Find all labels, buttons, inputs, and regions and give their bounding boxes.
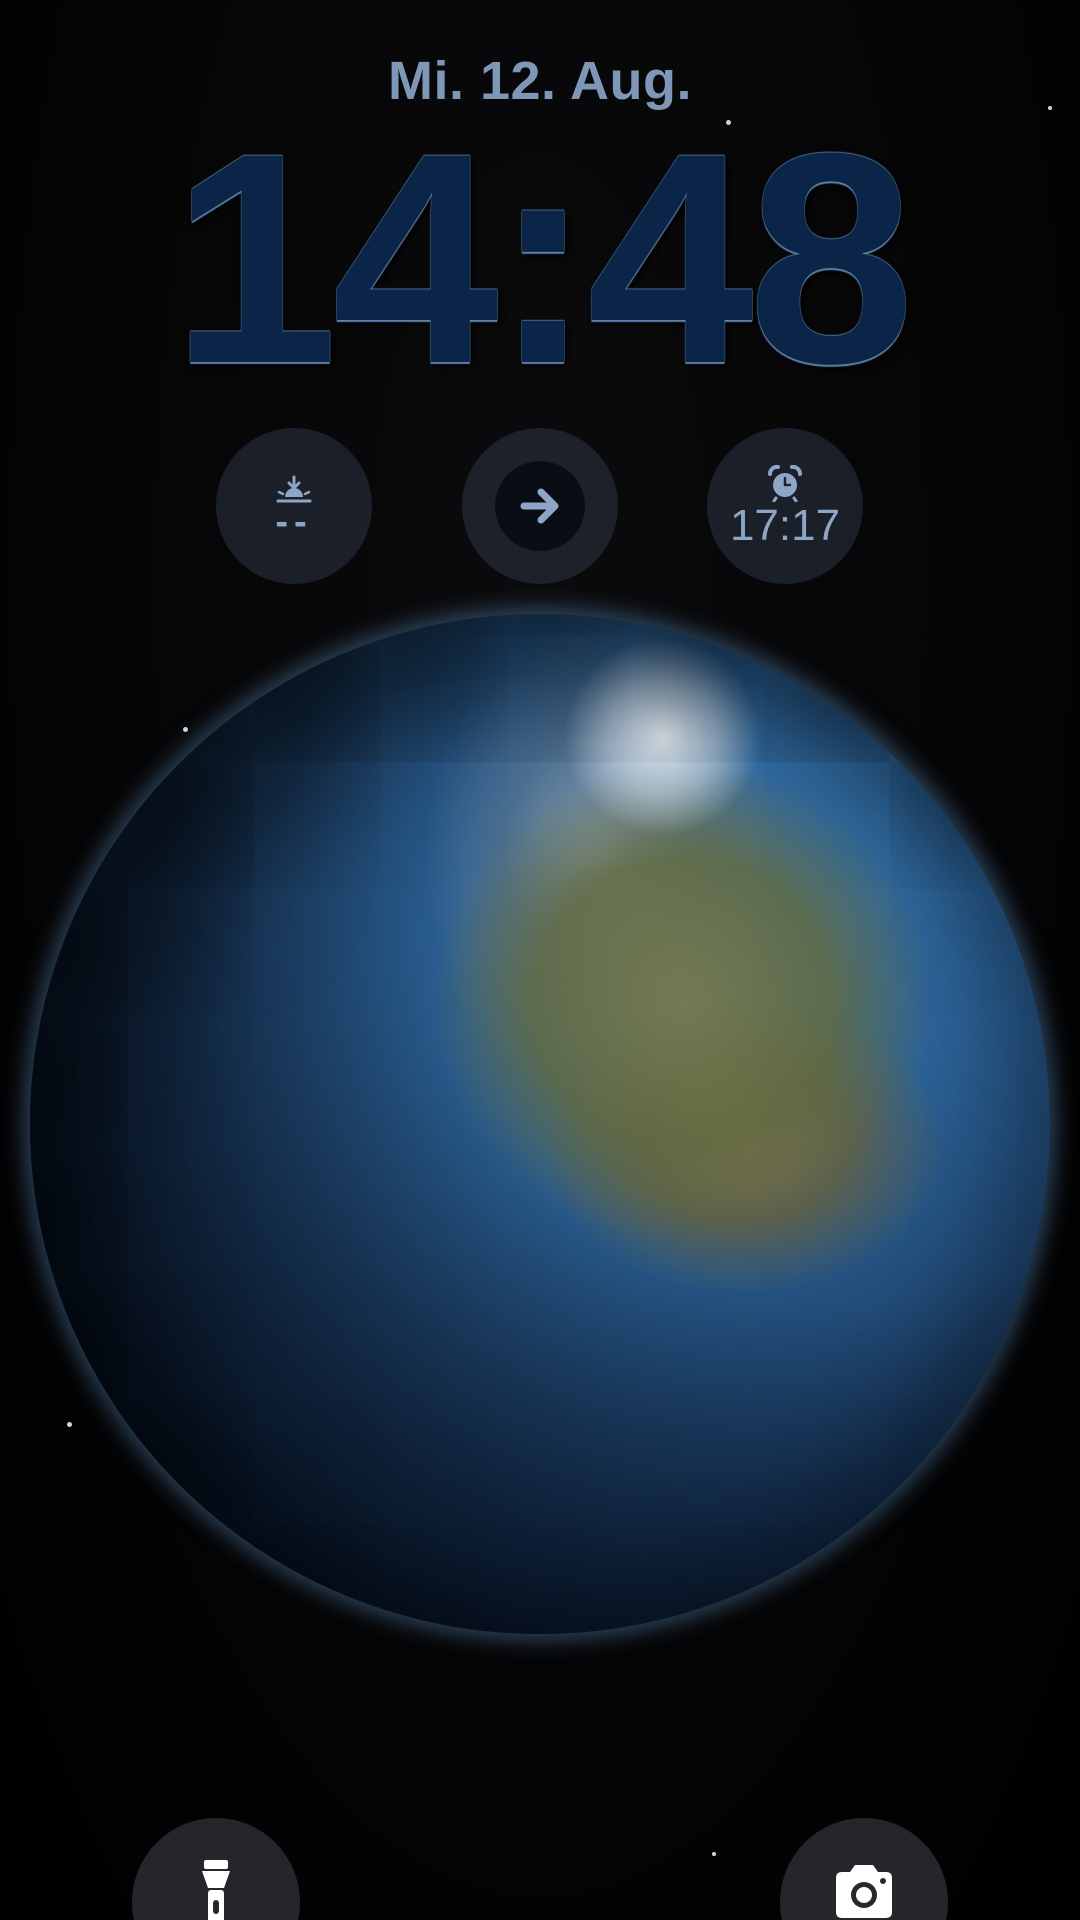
shortcut-widget[interactable] — [462, 428, 618, 584]
flashlight-icon — [202, 1860, 230, 1920]
star — [183, 727, 188, 732]
earth-wallpaper — [30, 614, 1050, 1634]
arrow-right-icon — [520, 488, 559, 524]
alarm-time: 17:17 — [729, 501, 841, 550]
camera-icon — [836, 1865, 892, 1918]
lockscreen-clock[interactable]: 14:48 — [0, 108, 1080, 408]
alarm-clock-icon — [767, 464, 803, 502]
flashlight-button[interactable] — [132, 1818, 300, 1920]
star — [67, 1422, 72, 1427]
star — [712, 1852, 716, 1856]
earth-shadow — [30, 614, 1050, 1634]
sunrise-value: -- — [275, 501, 313, 543]
camera-button[interactable] — [780, 1818, 948, 1920]
sunrise-widget[interactable]: -- — [216, 428, 372, 584]
lock-screen: Mi. 12. Aug. 14:48 -- 17:17 — [0, 0, 1080, 1920]
alarm-widget[interactable]: 17:17 — [707, 428, 863, 584]
arrow-ring — [495, 461, 585, 551]
